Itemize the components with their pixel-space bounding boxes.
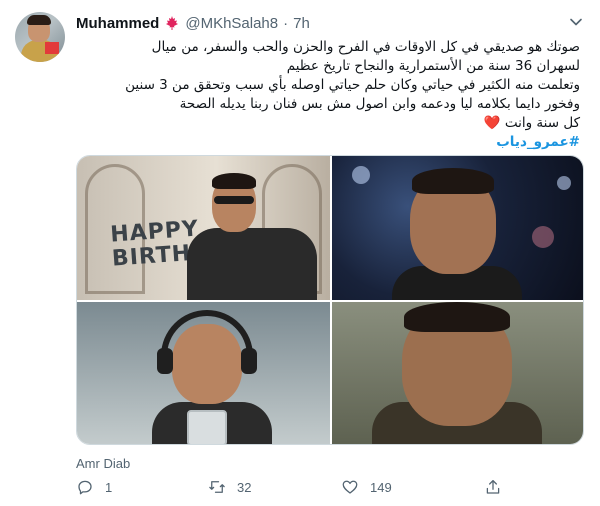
- heart-emoji-icon: ❤️: [483, 115, 501, 131]
- author-handle[interactable]: @MKhSalah8: [185, 15, 278, 32]
- avatar-hair: [27, 15, 51, 25]
- tweet-text-line: صوتك هو صديقي في كل الاوقات في الفرح وال…: [151, 39, 580, 55]
- media-grid: HAPPY BIRTHDAY AMR: [76, 155, 584, 445]
- media-photo-1[interactable]: HAPPY BIRTHDAY AMR: [77, 156, 330, 300]
- bokeh-light: [352, 166, 370, 184]
- media-caption: Amr Diab: [76, 456, 131, 471]
- canada-flag-icon: [166, 16, 179, 30]
- hashtag-link[interactable]: #عمرو_دياب: [76, 133, 580, 152]
- timestamp[interactable]: 7h: [293, 15, 310, 32]
- reply-count: 1: [105, 479, 113, 495]
- avatar-flag: [45, 42, 59, 54]
- share-icon: [486, 479, 500, 494]
- phone: [187, 410, 227, 444]
- closing-text: كل سنة وانت: [504, 115, 580, 131]
- person-hair: [212, 173, 256, 189]
- media-photo-3[interactable]: [77, 302, 330, 444]
- media-photo-2[interactable]: [332, 156, 583, 300]
- like-count: 149: [370, 479, 392, 495]
- author-name[interactable]: Muhammed: [76, 15, 159, 32]
- media-photo-4[interactable]: [332, 302, 583, 444]
- tweet-header: Muhammed @MKhSalah8 · 7h: [76, 13, 310, 33]
- reply-button[interactable]: 1: [76, 478, 112, 496]
- tweet-text-line: لسهران 36 سنة من الأستمرارية والنجاح تار…: [286, 58, 580, 74]
- like-button[interactable]: 149: [341, 478, 392, 496]
- person-hair: [404, 302, 510, 332]
- tweet-text-line: وتعلمت منه الكثير في حياتي وكان حلم حيات…: [125, 77, 580, 93]
- avatar[interactable]: [15, 12, 65, 62]
- reply-icon: [78, 480, 92, 495]
- bokeh-light: [532, 226, 554, 248]
- retweet-count: 32: [237, 479, 252, 495]
- sunglasses: [214, 196, 254, 204]
- person-shirt: [187, 228, 317, 300]
- bokeh-light: [557, 176, 571, 190]
- headphone-earcup: [157, 348, 173, 374]
- heart-icon: [342, 480, 358, 494]
- tweet[interactable]: Muhammed @MKhSalah8 · 7h صوتك هو صديقي ف…: [0, 0, 600, 506]
- tweet-text-line-closing: كل سنة وانت ❤️: [76, 114, 580, 133]
- tweet-actions: 1 32 149: [76, 478, 506, 500]
- chevron-down-icon[interactable]: [568, 14, 584, 30]
- retweet-icon: [209, 481, 225, 493]
- share-button[interactable]: [484, 478, 502, 496]
- tweet-text-line: وفخور دايما بكلامه ليا ودعمه وابن اصول م…: [179, 96, 580, 112]
- headphones: [161, 310, 253, 360]
- headphone-earcup: [241, 348, 257, 374]
- tweet-text: صوتك هو صديقي في كل الاوقات في الفرح وال…: [76, 38, 580, 152]
- time-separator: ·: [283, 14, 289, 32]
- retweet-button[interactable]: 32: [208, 478, 251, 496]
- person-hair: [412, 168, 494, 194]
